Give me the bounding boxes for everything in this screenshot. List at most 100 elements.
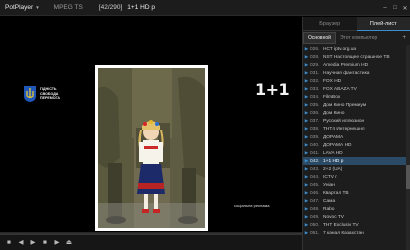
scrollbar-thumb[interactable] <box>406 165 410 189</box>
seek-bar[interactable] <box>0 233 302 235</box>
minimize-button[interactable]: – <box>380 0 390 16</box>
playlist-item[interactable]: ▶ 044. ICTV r <box>303 173 407 181</box>
maximize-button[interactable]: □ <box>390 0 400 16</box>
playlist-item-name: LAVA HD <box>323 150 343 156</box>
play-arrow-icon: ▶ <box>304 142 309 147</box>
tab-browser[interactable]: Браузер <box>303 17 357 31</box>
channel-logo: ГІДНІСТЬ СВОБОДА ПЕРЕМОГА <box>23 83 75 105</box>
playlist-item[interactable]: ▶ 049. Novoc TV <box>303 213 407 221</box>
tab-playlist[interactable]: Плей-лист <box>356 17 410 31</box>
playlist-item-number: 028. <box>310 54 320 60</box>
close-button[interactable]: ✕ <box>400 0 410 16</box>
playlist-item[interactable]: ▶ 042. 1+1 HD p <box>303 157 407 165</box>
play-arrow-icon: ▶ <box>304 150 309 155</box>
playlist-item[interactable]: ▶ 035. Дом Кино Премиум <box>303 101 407 109</box>
playlist-item-number: 039. <box>310 134 320 140</box>
previous-icon[interactable]: ◀ <box>16 237 26 247</box>
playlist-item-name: Дом Кино <box>323 110 345 116</box>
playlist-item-name: ТНТ Exclusiv TV <box>323 222 359 228</box>
playlist-item[interactable]: ▶ 039. ДОРАМА <box>303 133 407 141</box>
brand-logo: 1+1 <box>255 80 290 99</box>
playlist-item-number: 033. <box>310 86 320 92</box>
shield-icon <box>24 86 36 102</box>
play-icon[interactable]: ▶ <box>28 237 38 247</box>
chevron-down-icon: ▼ <box>35 5 40 10</box>
playlist-item[interactable]: ▶ 050. ТНТ Exclusiv TV <box>303 221 407 229</box>
video-area[interactable]: ГІДНІСТЬ СВОБОДА ПЕРЕМОГА 1+1 соціальна … <box>0 17 302 232</box>
play-arrow-icon: ▶ <box>304 94 309 99</box>
app-menu-button[interactable]: PotPlayer ▼ <box>0 0 44 15</box>
playlist-item-name: FOX ABAZA TV <box>323 86 357 92</box>
broadcast-photo <box>98 68 205 228</box>
playlist-item-number: 032. <box>310 78 320 84</box>
playlist-item-number: 034. <box>310 94 320 100</box>
playlist-item-name: НСТ iptv.org.ua <box>323 46 357 52</box>
playlist-item-name: ДОРАМА <box>323 134 344 140</box>
playlist-item-number: 049. <box>310 214 320 220</box>
play-arrow-icon: ▶ <box>304 86 309 91</box>
pause-stop-icon[interactable]: ■ <box>40 237 50 247</box>
playlist-item-number: 029. <box>310 62 320 68</box>
play-arrow-icon: ▶ <box>304 174 309 179</box>
play-arrow-icon: ▶ <box>304 46 309 51</box>
playlist-item-name: FOX HD <box>323 78 342 84</box>
playlist-item-name: Унiан <box>323 182 335 188</box>
play-arrow-icon: ▶ <box>304 54 309 59</box>
playlist-item-name: Novoc TV <box>323 214 344 220</box>
playlist-item-number: 048. <box>310 206 320 212</box>
playlist-item-name: Rabo <box>323 206 335 212</box>
playlist-item[interactable]: ▶ 037. Русский иллюзион <box>303 117 407 125</box>
photo-frame <box>95 65 208 231</box>
play-arrow-icon: ▶ <box>304 222 309 227</box>
playlist-item-name: 2+2 (UA) <box>323 166 343 172</box>
add-playlist-button[interactable]: + <box>398 32 410 44</box>
playlist-item[interactable]: ▶ 031. Научная фантастика <box>303 69 407 77</box>
playlist-item-number: 037. <box>310 118 320 124</box>
video-caption: соціальна реклама <box>234 203 270 208</box>
subtab-main[interactable]: Основной <box>303 32 336 44</box>
playlist-item-number: 036. <box>310 110 320 116</box>
play-arrow-icon: ▶ <box>304 198 309 203</box>
playlist-item[interactable]: ▶ 047. Сама <box>303 197 407 205</box>
play-arrow-icon: ▶ <box>304 110 309 115</box>
play-arrow-icon: ▶ <box>304 78 309 83</box>
playlist-item[interactable]: ▶ 040. ДОРАМА HD <box>303 141 407 149</box>
title-bar: PotPlayer ▼ MPEG TS [42/290] 1+1 HD p – … <box>0 0 410 16</box>
playlist-item[interactable]: ▶ 046. Квартал ТВ <box>303 189 407 197</box>
playlist-item-name: ICTV r <box>323 174 337 180</box>
playlist-item-name: NST Настоящее страшное ТВ <box>323 54 390 60</box>
play-arrow-icon: ▶ <box>304 118 309 123</box>
subtab-this-computer[interactable]: Этот компьютер <box>336 32 381 44</box>
scrollbar[interactable] <box>406 45 410 250</box>
playlist-item-name: Квартал ТВ <box>323 190 349 196</box>
playlist-item-name: Amedia Premium HD <box>323 62 369 68</box>
open-file-icon[interactable]: ⏏ <box>64 237 74 247</box>
playlist-item[interactable]: ▶ 043. 2+2 (UA) <box>303 165 407 173</box>
app-label: PotPlayer <box>5 4 34 11</box>
play-arrow-icon: ▶ <box>304 206 309 211</box>
playlist-item[interactable]: ▶ 038. ТНТ4 Интернешнл <box>303 125 407 133</box>
playlist-item[interactable]: ▶ 041. LAVA HD <box>303 149 407 157</box>
stop-icon[interactable]: ■ <box>4 237 14 247</box>
playlist-item-name: 1+1 HD p <box>323 158 344 164</box>
play-arrow-icon: ▶ <box>304 230 309 235</box>
playlist-item-number: 026. <box>310 46 320 52</box>
playlist-item-number: 038. <box>310 126 320 132</box>
playlist-item[interactable]: ▶ 029. Amedia Premium HD <box>303 61 407 69</box>
playlist-item[interactable]: ▶ 045. Унiан <box>303 181 407 189</box>
playlist-item[interactable]: ▶ 034. FilmBox <box>303 93 407 101</box>
playlist-item-name: Научная фантастика <box>323 70 370 76</box>
next-icon[interactable]: ▶ <box>52 237 62 247</box>
playlist-item-name: Сама <box>323 198 336 204</box>
playlist-item[interactable]: ▶ 028. NST Настоящее страшное ТВ <box>303 53 407 61</box>
playlist-item[interactable]: ▶ 048. Rabo <box>303 205 407 213</box>
playlist-item[interactable]: ▶ 033. FOX ABAZA TV <box>303 85 407 93</box>
playlist-item-number: 046. <box>310 190 320 196</box>
playlist-item-name: Дом Кино Премиум <box>323 102 367 108</box>
playlist-item[interactable]: ▶ 036. Дом Кино <box>303 109 407 117</box>
playlist-item[interactable]: ▶ 051. 7 канал Казахстан <box>303 229 407 237</box>
playlist-item[interactable]: ▶ 032. FOX HD <box>303 77 407 85</box>
playlist-item[interactable]: ▶ 026. НСТ iptv.org.ua <box>303 45 407 53</box>
playlist-item-name: 7 канал Казахстан <box>323 230 364 236</box>
playlist-item-number: 044. <box>310 174 320 180</box>
